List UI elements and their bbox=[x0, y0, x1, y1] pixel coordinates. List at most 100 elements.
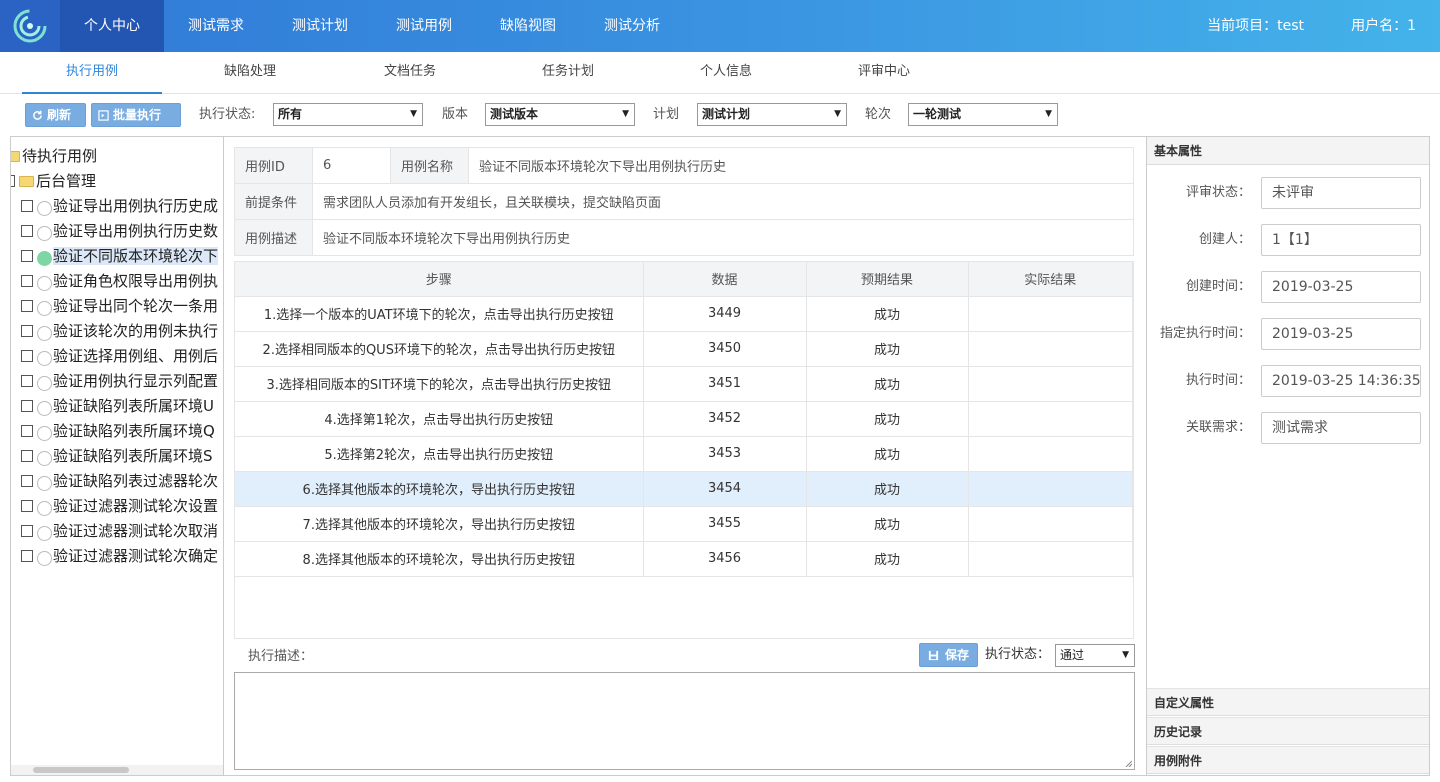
app-logo[interactable] bbox=[0, 0, 60, 52]
checkbox[interactable] bbox=[21, 275, 33, 287]
actual-cell[interactable] bbox=[968, 331, 1133, 367]
actual-cell[interactable] bbox=[968, 541, 1133, 577]
tab-review-center[interactable]: 评审中心 bbox=[834, 52, 934, 94]
checkbox[interactable] bbox=[21, 525, 33, 537]
sub-nav: 执行用例 缺陷处理 文档任务 任务计划 个人信息 评审中心 bbox=[0, 52, 1440, 94]
tree-case-item[interactable]: 验证该轮次的用例未执行 bbox=[21, 319, 218, 343]
scrollbar-thumb[interactable] bbox=[33, 767, 129, 773]
nav-test-plan[interactable]: 测试计划 bbox=[268, 0, 372, 52]
history-header[interactable]: 历史记录 bbox=[1147, 717, 1429, 745]
checkbox[interactable] bbox=[21, 250, 33, 262]
tree-case-item[interactable]: 验证缺陷列表所属环境U bbox=[21, 394, 214, 418]
checkbox[interactable] bbox=[21, 400, 33, 412]
nav-test-analysis[interactable]: 测试分析 bbox=[580, 0, 684, 52]
batch-execute-button[interactable]: 批量执行 bbox=[91, 103, 181, 127]
checkbox[interactable] bbox=[21, 500, 33, 512]
save-button[interactable]: 保存 bbox=[919, 643, 979, 667]
filter-toolbar: 刷新 批量执行 执行状态: 所有 ▼ 版本 测试版本 ▼ 计划 测试计划 ▼ 轮次 一… bbox=[0, 94, 1440, 136]
tree-group[interactable]: 后台管理 bbox=[11, 169, 96, 193]
properties-panel: 基本属性 评审状态： 未评审 创建人： 1【1】 创建时间： 2019-03-25 指定执行… bbox=[1146, 136, 1430, 776]
exec-desc-textarea[interactable] bbox=[234, 672, 1135, 770]
tree-case-item[interactable]: 验证缺陷列表所属环境S bbox=[21, 444, 213, 468]
tree-case-item[interactable]: 验证用例执行显示列配置 bbox=[21, 369, 218, 393]
nav-personal-center[interactable]: 个人中心 bbox=[60, 0, 164, 52]
version-filter-select[interactable]: 测试版本 ▼ bbox=[485, 103, 635, 126]
prop-value-field[interactable]: 1【1】 bbox=[1261, 224, 1421, 256]
checkbox[interactable] bbox=[21, 475, 33, 487]
refresh-button[interactable]: 刷新 bbox=[25, 103, 86, 127]
checkbox[interactable] bbox=[21, 325, 33, 337]
checkbox[interactable] bbox=[21, 550, 33, 562]
case-info-table: 用例ID 6 用例名称 验证不同版本环境轮次下导出用例执行历史 前提条件 需求团… bbox=[234, 147, 1134, 256]
resize-grip-icon[interactable] bbox=[1124, 759, 1132, 767]
checkbox[interactable] bbox=[21, 300, 33, 312]
case-name-label: 用例名称 bbox=[390, 147, 469, 184]
status-pending-icon bbox=[37, 276, 52, 291]
round-filter-select[interactable]: 一轮测试 ▼ bbox=[908, 103, 1058, 126]
plan-filter-select[interactable]: 测试计划 ▼ bbox=[697, 103, 847, 126]
tree-case-item[interactable]: 验证过滤器测试轮次设置 bbox=[21, 494, 218, 518]
prop-value-field[interactable]: 测试需求 bbox=[1261, 412, 1421, 444]
prop-value-field[interactable]: 2019-03-25 14:36:35 bbox=[1261, 365, 1421, 397]
checkbox[interactable] bbox=[21, 225, 33, 237]
prop-value-field[interactable]: 未评审 bbox=[1261, 177, 1421, 209]
checkbox[interactable] bbox=[21, 450, 33, 462]
checkbox[interactable] bbox=[21, 350, 33, 362]
tree-case-item[interactable]: 验证导出同个轮次一条用 bbox=[21, 294, 218, 318]
checkbox[interactable] bbox=[21, 425, 33, 437]
actual-cell[interactable] bbox=[968, 401, 1133, 437]
tree-case-item[interactable]: 验证导出用例执行历史成 bbox=[21, 194, 218, 218]
tab-defect-handling[interactable]: 缺陷处理 bbox=[200, 52, 300, 94]
tree-case-item[interactable]: 验证导出用例执行历史数 bbox=[21, 219, 218, 243]
steps-table: 步骤 数据 预期结果 实际结果 1.选择一个版本的UAT环境下的轮次，点击导出执… bbox=[235, 262, 1133, 577]
tree-root[interactable]: 待执行用例 bbox=[11, 144, 97, 168]
status-filter-select[interactable]: 所有 ▼ bbox=[273, 103, 423, 126]
basic-props-header[interactable]: 基本属性 bbox=[1147, 137, 1429, 165]
step-row[interactable]: 3.选择相同版本的SIT环境下的轮次，点击导出执行历史按钮 3451 成功 bbox=[235, 366, 1133, 402]
prop-row: 指定执行时间： 2019-03-25 bbox=[1147, 318, 1429, 352]
checkbox[interactable] bbox=[11, 175, 15, 187]
checkbox[interactable] bbox=[21, 200, 33, 212]
checkbox[interactable] bbox=[21, 375, 33, 387]
custom-props-header[interactable]: 自定义属性 bbox=[1147, 688, 1429, 716]
attachments-header[interactable]: 用例附件 bbox=[1147, 746, 1429, 774]
actual-cell[interactable] bbox=[968, 296, 1133, 332]
nav-test-cases[interactable]: 测试用例 bbox=[372, 0, 476, 52]
step-row[interactable]: 2.选择相同版本的QUS环境下的轮次，点击导出执行历史按钮 3450 成功 bbox=[235, 331, 1133, 367]
exec-state-select[interactable]: 通过 ▼ bbox=[1055, 644, 1135, 667]
tree-case-item[interactable]: 验证角色权限导出用例执 bbox=[21, 269, 218, 293]
actual-cell[interactable] bbox=[968, 366, 1133, 402]
horizontal-scrollbar[interactable] bbox=[11, 765, 223, 775]
step-row[interactable]: 4.选择第1轮次，点击导出执行历史按钮 3452 成功 bbox=[235, 401, 1133, 437]
actual-cell[interactable] bbox=[968, 471, 1133, 507]
current-user[interactable]: 用户名：1 bbox=[1351, 0, 1416, 52]
tab-execute-cases[interactable]: 执行用例 bbox=[22, 52, 162, 94]
dropdown-arrow-icon: ▼ bbox=[622, 109, 629, 119]
current-project[interactable]: 当前项目：test bbox=[1207, 0, 1304, 52]
tab-document-tasks[interactable]: 文档任务 bbox=[360, 52, 460, 94]
tab-task-plan[interactable]: 任务计划 bbox=[518, 52, 618, 94]
step-row[interactable]: 7.选择其他版本的环境轮次，导出执行历史按钮 3455 成功 bbox=[235, 506, 1133, 542]
step-row[interactable]: 5.选择第2轮次，点击导出执行历史按钮 3453 成功 bbox=[235, 436, 1133, 472]
expected-cell: 成功 bbox=[806, 471, 969, 507]
tree-case-item[interactable]: 验证选择用例组、用例后 bbox=[21, 344, 218, 368]
tree-case-item[interactable]: 验证不同版本环境轮次下 bbox=[21, 244, 219, 268]
tree-case-item[interactable]: 验证缺陷列表过滤器轮次 bbox=[21, 469, 218, 493]
data-cell: 3455 bbox=[643, 506, 807, 542]
prop-value-field[interactable]: 2019-03-25 bbox=[1261, 271, 1421, 303]
nav-test-requirements[interactable]: 测试需求 bbox=[164, 0, 268, 52]
nav-defect-view[interactable]: 缺陷视图 bbox=[476, 0, 580, 52]
tree-case-item[interactable]: 验证缺陷列表所属环境Q bbox=[21, 419, 215, 443]
actual-cell[interactable] bbox=[968, 506, 1133, 542]
tree-case-item[interactable]: 验证过滤器测试轮次取消 bbox=[21, 519, 218, 543]
actual-cell[interactable] bbox=[968, 436, 1133, 472]
status-pending-icon bbox=[37, 551, 52, 566]
data-cell: 3456 bbox=[643, 541, 807, 577]
step-row[interactable]: 6.选择其他版本的环境轮次，导出执行历史按钮 3454 成功 bbox=[235, 471, 1133, 507]
tree-case-item[interactable]: 验证过滤器测试轮次确定 bbox=[21, 544, 218, 568]
prop-value-field[interactable]: 2019-03-25 bbox=[1261, 318, 1421, 350]
tab-personal-info[interactable]: 个人信息 bbox=[676, 52, 776, 94]
case-detail-panel: 用例ID 6 用例名称 验证不同版本环境轮次下导出用例执行历史 前提条件 需求团… bbox=[224, 136, 1146, 776]
step-row[interactable]: 8.选择其他版本的环境轮次，导出执行历史按钮 3456 成功 bbox=[235, 541, 1133, 577]
step-row[interactable]: 1.选择一个版本的UAT环境下的轮次，点击导出执行历史按钮 3449 成功 bbox=[235, 296, 1133, 332]
